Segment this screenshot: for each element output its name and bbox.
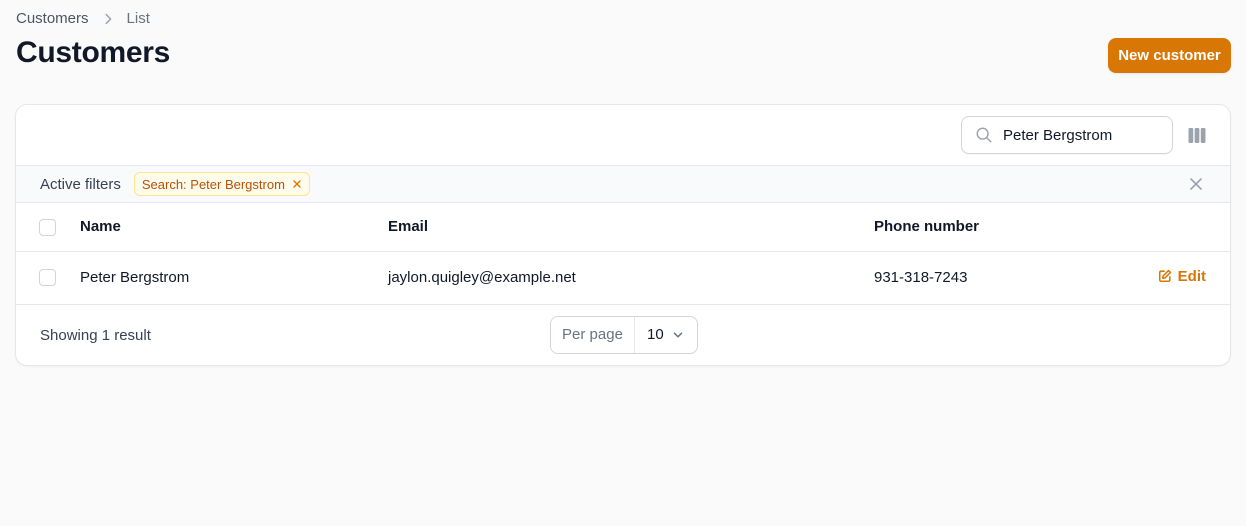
table-footer: Showing 1 result Per page 10 <box>16 305 1230 365</box>
column-header-phone[interactable]: Phone number <box>874 203 1130 251</box>
cell-email: jaylon.quigley@example.net <box>388 269 576 286</box>
breadcrumb-item-customers[interactable]: Customers <box>16 10 89 27</box>
cell-name: Peter Bergstrom <box>80 269 190 286</box>
chevron-right-icon <box>101 12 115 26</box>
cell-phone: 931-318-7243 <box>874 269 968 286</box>
search-input[interactable] <box>1003 126 1163 144</box>
edit-label: Edit <box>1177 267 1206 285</box>
page: Customers List Customers New customer Ac… <box>0 0 1246 526</box>
edit-button[interactable]: Edit <box>1158 268 1206 285</box>
row-checkbox[interactable] <box>39 269 56 287</box>
new-customer-button[interactable]: New customer <box>1108 38 1231 73</box>
customers-table: Name Email Phone number Peter Bergstrom … <box>16 203 1230 305</box>
breadcrumb-item-list: List <box>126 10 150 27</box>
page-title: Customers <box>16 36 171 69</box>
select-all-cell <box>16 203 80 251</box>
customers-table-card: Active filters Search: Peter Bergstrom N… <box>15 104 1231 366</box>
table-toolbar <box>16 105 1230 166</box>
close-icon[interactable] <box>292 179 302 189</box>
close-icon[interactable] <box>1189 177 1203 191</box>
filter-chip-search: Search: Peter Bergstrom <box>133 172 310 196</box>
per-page-control: Per page 10 <box>550 315 698 354</box>
row-select-cell <box>16 251 80 304</box>
table-header-row: Name Email Phone number <box>16 203 1230 251</box>
per-page-label: Per page <box>551 316 635 353</box>
edit-icon <box>1158 269 1172 283</box>
cell-actions: Edit <box>1130 251 1230 304</box>
per-page-value: 10 <box>647 326 664 343</box>
active-filters-bar: Active filters Search: Peter Bergstrom <box>16 166 1230 203</box>
active-filters-label: Active filters <box>40 175 121 193</box>
column-header-email[interactable]: Email <box>388 203 874 251</box>
filter-chip-label: Search: Peter Bergstrom <box>141 176 285 192</box>
search-box[interactable] <box>961 116 1173 154</box>
column-header-name[interactable]: Name <box>80 203 388 251</box>
result-count: Showing 1 result <box>40 326 151 344</box>
column-header-actions <box>1130 203 1230 251</box>
columns-icon[interactable] <box>1186 125 1208 145</box>
table-row[interactable]: Peter Bergstrom jaylon.quigley@example.n… <box>16 251 1230 304</box>
per-page-select[interactable]: 10 <box>635 317 697 353</box>
select-all-checkbox[interactable] <box>39 218 56 236</box>
chevron-down-icon <box>671 328 685 342</box>
search-icon <box>975 126 993 144</box>
breadcrumb: Customers List <box>16 10 150 27</box>
